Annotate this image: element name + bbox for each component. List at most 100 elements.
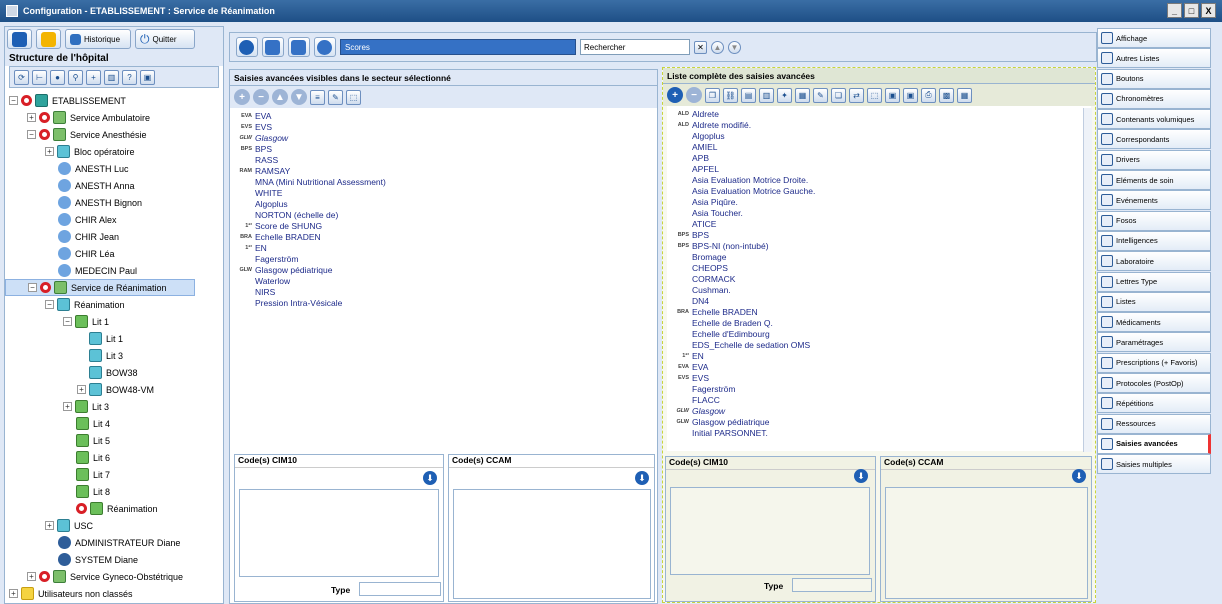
- list-item[interactable]: EVS EVS: [671, 372, 1087, 383]
- list-item[interactable]: Algoplus: [671, 130, 1087, 141]
- hierarchy-button[interactable]: [288, 37, 310, 57]
- cim10-list[interactable]: [239, 489, 439, 577]
- close-button[interactable]: X: [1201, 3, 1216, 18]
- ccam-list[interactable]: [885, 487, 1088, 599]
- list-item[interactable]: Fagerström: [671, 383, 1087, 394]
- list-item[interactable]: Echelle de Braden Q.: [671, 317, 1087, 328]
- tree-node-selected[interactable]: − Service de Réanimation: [5, 279, 195, 296]
- list-item[interactable]: GLW Glasgow: [671, 405, 1087, 416]
- sort-icon[interactable]: ≡: [310, 89, 325, 105]
- list-item[interactable]: ALD Aldrete modifié.: [671, 119, 1087, 130]
- list-item[interactable]: GLW Glasgow pédiatrique: [671, 416, 1087, 427]
- type-select[interactable]: [792, 578, 872, 592]
- list-item[interactable]: MNA (Mini Nutritional Assessment): [234, 176, 653, 187]
- list-item[interactable]: Initial PARSONNET.: [671, 427, 1087, 438]
- tree-view-icon[interactable]: ⊢: [32, 69, 47, 85]
- move-up-icon[interactable]: ▲: [272, 89, 288, 105]
- user-icon[interactable]: ●: [50, 69, 65, 85]
- tree-node[interactable]: Lit 6: [5, 449, 223, 466]
- tree-node[interactable]: + USC: [5, 517, 223, 534]
- list-item[interactable]: EDS_Echelle de sedation OMS: [671, 339, 1087, 350]
- tree-node[interactable]: SYSTEM Diane: [5, 551, 223, 568]
- tab-param-trages[interactable]: Paramétrages: [1097, 332, 1211, 353]
- save-icon[interactable]: ▣: [140, 69, 155, 85]
- tree-node[interactable]: Lit 7: [5, 466, 223, 483]
- cim10-list[interactable]: [670, 487, 870, 575]
- table-icon[interactable]: ▦: [957, 87, 972, 103]
- search-input[interactable]: Rechercher: [580, 39, 690, 55]
- tree-node[interactable]: ADMINISTRATEUR Diane: [5, 534, 223, 551]
- tree-node[interactable]: + BOW48-VM: [5, 381, 223, 398]
- tab-drivers[interactable]: Drivers: [1097, 149, 1211, 170]
- tree-node[interactable]: + Service Gyneco-Obstétrique: [5, 568, 223, 585]
- tab-prescriptions-favoris-[interactable]: Prescriptions (+ Favoris): [1097, 352, 1211, 373]
- move-down-icon[interactable]: ▼: [291, 89, 307, 105]
- remove-icon[interactable]: −: [253, 89, 269, 105]
- paste-icon[interactable]: ▥: [759, 87, 774, 103]
- tab-saisies-avanc-es[interactable]: Saisies avancées: [1097, 433, 1211, 454]
- maximize-button[interactable]: □: [1184, 3, 1199, 18]
- tab-ev-nements[interactable]: Evénements: [1097, 190, 1211, 211]
- list-item[interactable]: Cushman.: [671, 284, 1087, 295]
- tab-boutons[interactable]: Boutons: [1097, 68, 1211, 89]
- help-icon[interactable]: ?: [122, 69, 137, 85]
- tree-node[interactable]: − Réanimation: [5, 296, 223, 313]
- save-icon[interactable]: ▣: [885, 87, 900, 103]
- list-item[interactable]: 1²³ Score de SHUNG: [234, 220, 653, 231]
- tree-node[interactable]: CHIR Jean: [5, 228, 223, 245]
- next-icon[interactable]: ▼: [728, 40, 741, 54]
- tab-saisies-multiples[interactable]: Saisies multiples: [1097, 454, 1211, 475]
- tab-ressources[interactable]: Ressources: [1097, 413, 1211, 434]
- list-item[interactable]: APFEL: [671, 163, 1087, 174]
- list-item[interactable]: EVA EVA: [671, 361, 1087, 372]
- list-item[interactable]: NIRS: [234, 286, 653, 297]
- help-button[interactable]: [7, 29, 32, 49]
- list-item[interactable]: WHITE: [234, 187, 653, 198]
- download-icon[interactable]: ⬇: [1072, 469, 1086, 483]
- remove-icon[interactable]: −: [686, 87, 702, 103]
- list-item[interactable]: Asia Evaluation Motrice Gauche.: [671, 185, 1087, 196]
- tree-node[interactable]: Lit 5: [5, 432, 223, 449]
- delete-icon[interactable]: ▥: [104, 69, 119, 85]
- grid-icon[interactable]: ▩: [939, 87, 954, 103]
- warning-button[interactable]: [36, 29, 61, 49]
- edit-icon[interactable]: ✎: [328, 89, 343, 105]
- list-item[interactable]: BRA Echelle BRADEN: [234, 231, 653, 242]
- select-icon[interactable]: ⬚: [346, 89, 361, 105]
- list-item[interactable]: BPS BPS: [234, 143, 653, 154]
- refresh-button[interactable]: [236, 37, 258, 57]
- tree-node[interactable]: − Service Anesthésie: [5, 126, 223, 143]
- image-icon[interactable]: ▦: [795, 87, 810, 103]
- list-item[interactable]: FLACC: [671, 394, 1087, 405]
- list-item[interactable]: BPS BPS-NI (non-intubé): [671, 240, 1087, 251]
- refresh-icon[interactable]: ⟳: [14, 69, 29, 85]
- clear-search-icon[interactable]: ✕: [694, 40, 707, 54]
- link-icon[interactable]: ⛓: [723, 87, 738, 103]
- tab-intelligences[interactable]: Intelligences: [1097, 230, 1211, 251]
- list-item[interactable]: Bromage: [671, 251, 1087, 262]
- list-item[interactable]: EVS EVS: [234, 121, 653, 132]
- download-icon[interactable]: ⬇: [854, 469, 868, 483]
- tree-node[interactable]: − Lit 1: [5, 313, 223, 330]
- list-item[interactable]: Asia Toucher.: [671, 207, 1087, 218]
- tab-autres-listes[interactable]: Autres Listes: [1097, 48, 1211, 69]
- tree-button[interactable]: [262, 37, 284, 57]
- add-icon[interactable]: +: [667, 87, 683, 103]
- tree-node[interactable]: ANESTH Anna: [5, 177, 223, 194]
- list-item[interactable]: BRA Echelle BRADEN: [671, 306, 1087, 317]
- tab-r-p-titions[interactable]: Répétitions: [1097, 393, 1211, 414]
- tab-affichage[interactable]: Affichage: [1097, 28, 1211, 48]
- add-icon[interactable]: +: [86, 69, 101, 85]
- tree-node[interactable]: Lit 3: [5, 347, 223, 364]
- list-item[interactable]: GLW Glasgow: [234, 132, 653, 143]
- tab-chronom-tres[interactable]: Chronomètres: [1097, 88, 1211, 109]
- list-item[interactable]: 1²³ EN: [234, 242, 653, 253]
- ccam-list[interactable]: [453, 489, 651, 599]
- download-icon[interactable]: ⬇: [423, 471, 437, 485]
- tree-node[interactable]: CHIR Alex: [5, 211, 223, 228]
- transfer-icon[interactable]: ⇄: [849, 87, 864, 103]
- download-icon[interactable]: ⬇: [635, 471, 649, 485]
- tree-node[interactable]: BOW38: [5, 364, 223, 381]
- tree-node[interactable]: + Bloc opératoire: [5, 143, 223, 160]
- list-item[interactable]: APB: [671, 152, 1087, 163]
